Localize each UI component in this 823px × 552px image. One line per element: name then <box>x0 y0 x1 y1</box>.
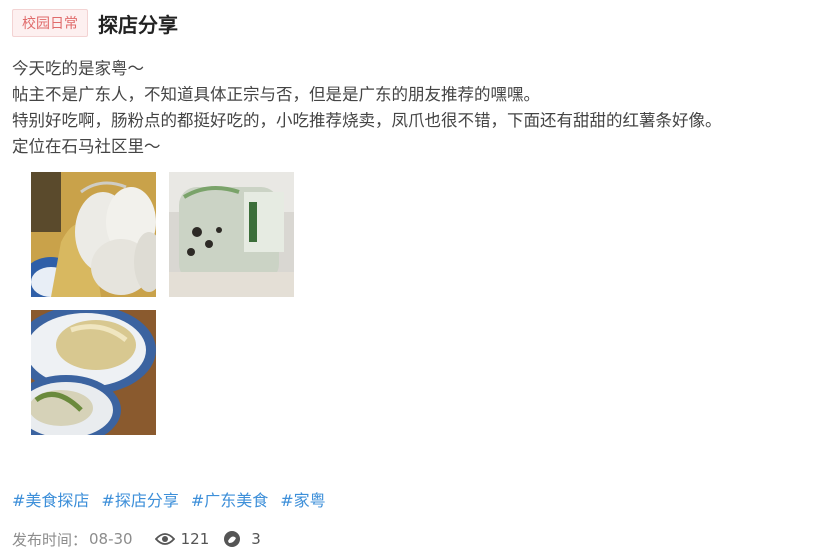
category-tag[interactable]: 校园日常 <box>12 9 88 37</box>
eye-icon <box>154 532 175 546</box>
comment-count: 3 <box>251 530 261 548</box>
image-grid <box>12 172 817 462</box>
post-card: 校园日常 探店分享 今天吃的是家粤～ 帖主不是广东人，不知道具体正宗与否，但是是… <box>12 0 817 551</box>
photo-drink-bottle[interactable] <box>169 172 294 297</box>
publish-date: 08-30 <box>89 530 133 548</box>
content-line: 特别好吃啊，肠粉点的都挺好吃的，小吃推荐烧卖，凤爪也很不错，下面还有甜甜的红薯条… <box>12 111 722 130</box>
content-line: 帖主不是广东人，不知道具体正宗与否，但是是广东的朋友推荐的嘿嘿。 <box>12 85 540 104</box>
hashtag-link[interactable]: #美食探店 <box>12 487 89 511</box>
post-title: 探店分享 <box>98 12 178 37</box>
photo-dish-plate[interactable] <box>31 310 156 435</box>
hashtag-list: #美食探店 #探店分享 #广东美食 #家粤 <box>12 487 817 511</box>
comment-icon[interactable] <box>223 530 241 548</box>
hashtag-link[interactable]: #探店分享 <box>101 487 178 511</box>
post-meta: 发布时间： 08-30 121 3 <box>12 527 817 551</box>
post-content: 今天吃的是家粤～ 帖主不是广东人，不知道具体正宗与否，但是是广东的朋友推荐的嘿嘿… <box>12 56 817 160</box>
content-line: 定位在石马社区里～ <box>12 137 161 156</box>
content-line: 今天吃的是家粤～ <box>12 59 144 78</box>
hashtag-link[interactable]: #家粤 <box>280 487 325 511</box>
hashtag-link[interactable]: #广东美食 <box>191 487 268 511</box>
post-header: 校园日常 探店分享 <box>12 0 817 46</box>
publish-time-label: 发布时间： <box>12 530 88 549</box>
view-count: 121 <box>180 530 210 548</box>
photo-rice-rolls[interactable] <box>31 172 156 297</box>
